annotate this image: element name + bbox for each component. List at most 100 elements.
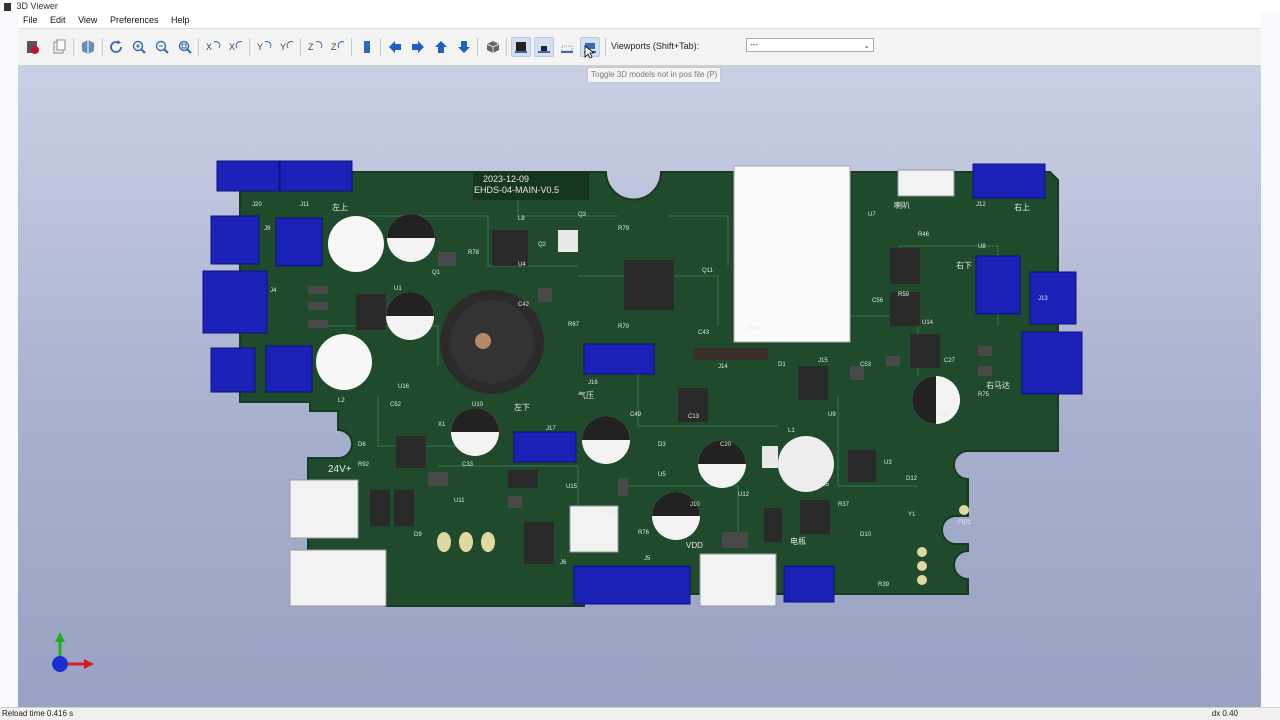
- ic-u3: [492, 230, 528, 266]
- flip-board-icon[interactable]: [357, 37, 377, 57]
- move-left-icon[interactable]: [385, 37, 405, 57]
- viewports-select[interactable]: --- ⌄: [746, 38, 874, 52]
- rotate-x-cw-icon[interactable]: X: [203, 37, 223, 57]
- ref-c43: C43: [698, 330, 710, 336]
- ref-y1: Y1: [908, 512, 916, 518]
- move-down-icon[interactable]: [454, 37, 474, 57]
- connector-left-4: [265, 345, 313, 393]
- chevron-down-icon: ⌄: [863, 41, 870, 50]
- ref-r70: R70: [618, 324, 630, 330]
- menu-edit[interactable]: Edit: [45, 13, 71, 28]
- ref-u10: U10: [472, 402, 484, 408]
- silk-right-upper: 右上: [1014, 202, 1030, 212]
- svg-text:X: X: [229, 42, 235, 52]
- viewports-label: Viewports (Shift+Tab):: [611, 41, 700, 51]
- transistor-2: [394, 490, 414, 526]
- ic-u4: [508, 470, 538, 488]
- connector-right-motor: [1021, 331, 1083, 395]
- silk-horn: 喇叭: [894, 200, 910, 210]
- ref-l1: L1: [788, 428, 795, 434]
- ic-u11: [890, 248, 920, 284]
- ref-u16: U16: [398, 384, 410, 390]
- ref-u14: U14: [922, 320, 934, 326]
- ref-q2: Q2: [538, 242, 547, 248]
- ref-c49: C49: [630, 412, 642, 418]
- ref-d3: D3: [658, 442, 666, 448]
- status-reload-time: Reload time 0.416 s: [2, 709, 74, 718]
- copy-icon[interactable]: [49, 37, 69, 57]
- ref-u3: U3: [884, 460, 892, 466]
- svg-text:Z: Z: [331, 42, 337, 52]
- ref-r80: R80: [748, 326, 760, 332]
- viewports-value: ---: [750, 40, 758, 49]
- ref-c56: C56: [872, 298, 884, 304]
- raytracing-icon[interactable]: [78, 37, 98, 57]
- rotate-y-ccw-icon[interactable]: Y: [277, 37, 297, 57]
- silk-fid: FID1: [958, 520, 972, 526]
- tooltip: Toggle 3D models not in pos file (P): [587, 67, 722, 83]
- rotate-x-ccw-icon[interactable]: X: [226, 37, 246, 57]
- menu-file[interactable]: File: [18, 13, 43, 28]
- ref-j17: J17: [546, 426, 556, 432]
- ic-u12: [356, 294, 386, 330]
- ref-r37: R37: [838, 502, 850, 508]
- rotate-z-cw-icon[interactable]: Z: [305, 37, 325, 57]
- ref-u13: U13: [606, 510, 618, 516]
- ref-j12: J12: [976, 202, 986, 208]
- ref-j13: J13: [1038, 296, 1048, 302]
- connector-j4: [202, 270, 268, 334]
- wifi-module: [733, 165, 851, 343]
- rotate-z-ccw-icon[interactable]: Z: [328, 37, 348, 57]
- ref-c52: C52: [390, 402, 402, 408]
- menu-view[interactable]: View: [73, 13, 102, 28]
- connector-j20: [216, 160, 280, 192]
- window-title: 3D Viewer: [16, 1, 58, 11]
- ic-u1-mcu: [624, 260, 674, 310]
- ref-j15: J15: [818, 358, 828, 364]
- zoom-in-icon[interactable]: [129, 37, 149, 57]
- transistor-3: [764, 508, 782, 542]
- ref-r78: R78: [468, 250, 480, 256]
- ref-x1: X1: [438, 422, 446, 428]
- ref-r39: R39: [878, 582, 890, 588]
- toggle-through-hole-icon[interactable]: [511, 37, 531, 57]
- zoom-fit-icon[interactable]: [175, 37, 195, 57]
- refresh-icon[interactable]: [106, 37, 126, 57]
- svg-text:Y: Y: [257, 42, 263, 52]
- silk-right-lower: 右下: [956, 260, 972, 270]
- kicad-3d-viewer-window: 3D Viewer File Edit View Preferences Hel…: [0, 0, 1280, 720]
- reload-board-icon[interactable]: [22, 37, 42, 57]
- menu-help[interactable]: Help: [166, 13, 195, 28]
- move-up-icon[interactable]: [431, 37, 451, 57]
- title-bar: 3D Viewer: [0, 0, 1280, 13]
- toggle-smd-icon[interactable]: [534, 37, 554, 57]
- ref-c48: C48: [938, 412, 950, 418]
- ref-j9: J9: [264, 226, 271, 232]
- ref-c33: C33: [462, 462, 474, 468]
- ref-j16: J16: [588, 380, 598, 386]
- rotate-y-cw-icon[interactable]: Y: [254, 37, 274, 57]
- svg-text:Y: Y: [280, 42, 286, 52]
- orthographic-icon[interactable]: [483, 37, 503, 57]
- axis-gizmo: [52, 632, 94, 672]
- silk-right-motor: 右马达: [986, 380, 1010, 390]
- app-icon: [4, 2, 11, 11]
- 3d-viewport[interactable]: 2023-12-09 EHDS-04-MAIN-V0.5 左上 右上 右下 右马…: [18, 66, 1261, 707]
- svg-text:Z: Z: [308, 42, 314, 52]
- silk-date: 2023-12-09: [483, 174, 529, 184]
- ref-r67: R67: [568, 322, 580, 328]
- zoom-out-icon[interactable]: [152, 37, 172, 57]
- ref-j14: J14: [718, 364, 728, 370]
- menu-preferences[interactable]: Preferences: [105, 13, 164, 28]
- ref-c65: C65: [818, 482, 830, 488]
- ref-r59: R59: [898, 292, 910, 298]
- connector-j9: [275, 217, 323, 267]
- toggle-virtual-icon[interactable]: [557, 37, 577, 57]
- connector-left-1: [210, 215, 260, 265]
- connector-j6: [513, 431, 577, 463]
- silk-vdd: VDD: [686, 541, 703, 550]
- silk-24v: 24V+: [328, 464, 352, 475]
- connector-j13: [1029, 271, 1077, 325]
- move-right-icon[interactable]: [408, 37, 428, 57]
- ref-j5: J5: [644, 556, 651, 562]
